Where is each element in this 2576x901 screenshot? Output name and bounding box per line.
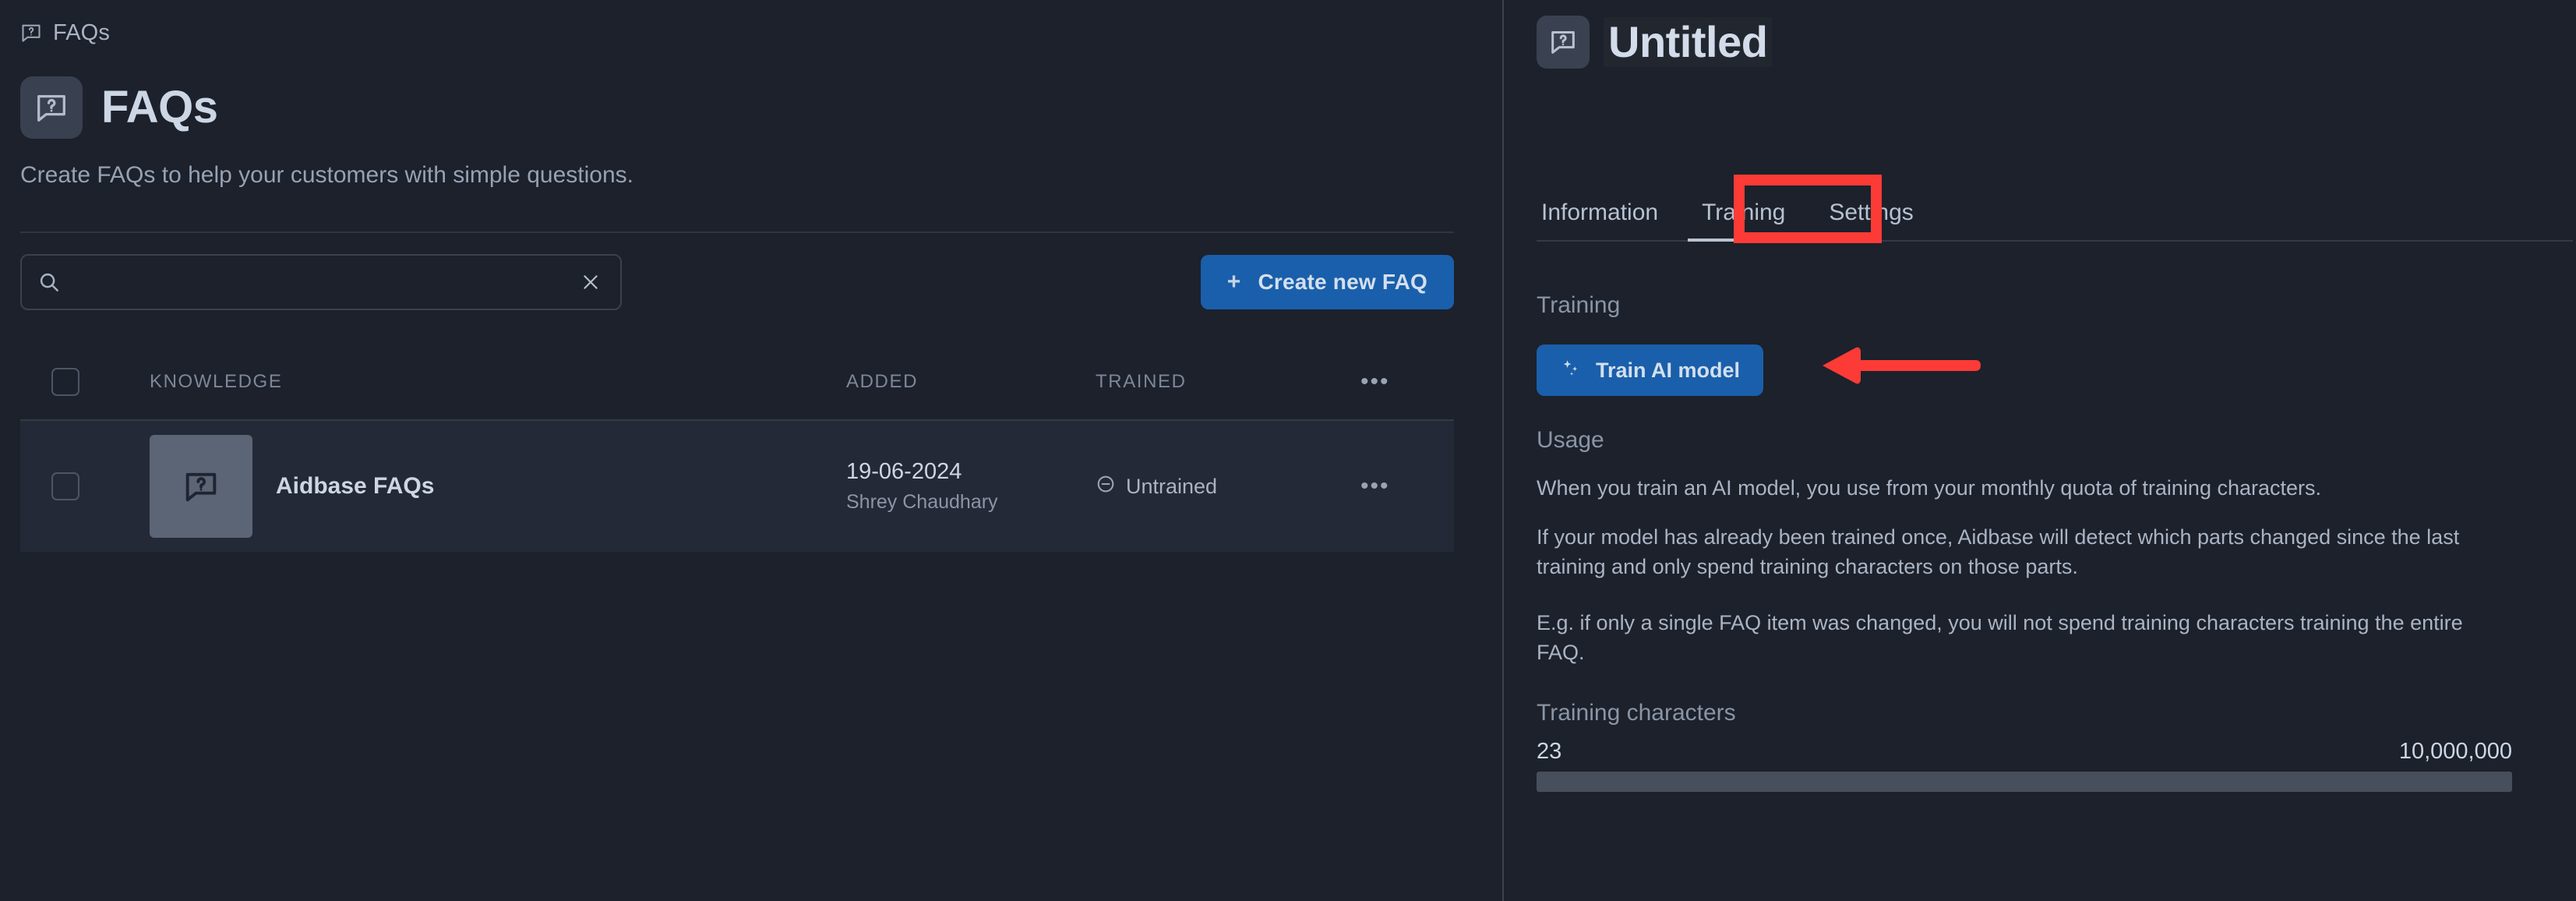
row-thumbnail — [150, 435, 252, 538]
page-header: FAQs — [20, 76, 218, 139]
minus-circle-icon — [1096, 474, 1116, 500]
close-icon[interactable] — [577, 268, 605, 296]
train-ai-model-button[interactable]: Train AI model — [1537, 344, 1763, 396]
usage-paragraph-3: E.g. if only a single FAQ item was chang… — [1537, 608, 2503, 668]
detail-tabs: Information Training Settings — [1537, 181, 2573, 242]
usage-paragraph-2: If your model has already been trained o… — [1537, 522, 2503, 582]
training-characters-values: 23 10,000,000 — [1537, 739, 2512, 765]
train-ai-model-label: Train AI model — [1596, 359, 1740, 383]
row-knowledge-cell: Aidbase FAQs — [95, 435, 846, 538]
faq-speech-bubble-icon — [20, 22, 42, 44]
page-subtitle: Create FAQs to help your customers with … — [20, 162, 633, 189]
detail-icon — [1537, 16, 1590, 69]
status-badge-label: Untrained — [1126, 475, 1217, 499]
breadcrumb[interactable]: FAQs — [20, 19, 110, 47]
sparkles-icon — [1560, 357, 1582, 384]
column-header-added[interactable]: ADDED — [846, 371, 1096, 393]
search-input[interactable] — [72, 270, 577, 295]
row-select-cell — [20, 472, 95, 500]
search-icon — [37, 269, 64, 295]
tab-settings[interactable]: Settings — [1807, 200, 1935, 240]
header-divider — [20, 231, 1454, 233]
row-actions-cell: ••• — [1360, 479, 1454, 493]
app-window: FAQs FAQs Create FAQs to help your custo… — [0, 0, 2576, 901]
training-characters-progress-bar — [1537, 772, 2512, 792]
plus-icon: + — [1227, 270, 1241, 294]
page-title: FAQs — [101, 85, 218, 130]
row-ellipsis-icon[interactable]: ••• — [1360, 479, 1390, 493]
column-header-knowledge[interactable]: KNOWLEDGE — [95, 371, 846, 393]
row-checkbox[interactable] — [51, 472, 79, 500]
row-added-date: 19-06-2024 — [846, 459, 1096, 485]
row-added-cell: 19-06-2024 Shrey Chaudhary — [846, 459, 1096, 514]
row-knowledge-title: Aidbase FAQs — [276, 473, 434, 500]
select-all-cell — [20, 368, 95, 396]
faq-detail-panel: Untitled Information Training Settings T… — [1504, 0, 2576, 901]
detail-title: Untitled — [1604, 17, 1772, 67]
breadcrumb-label: FAQs — [53, 20, 110, 46]
page-icon — [20, 76, 83, 139]
detail-header: Untitled — [1537, 16, 1772, 69]
tab-training[interactable]: Training — [1680, 200, 1807, 240]
tab-information[interactable]: Information — [1537, 200, 1680, 240]
table-row[interactable]: Aidbase FAQs 19-06-2024 Shrey Chaudhary … — [20, 421, 1454, 552]
row-added-by: Shrey Chaudhary — [846, 491, 1096, 514]
training-section-label: Training — [1537, 292, 1620, 319]
search-box[interactable] — [20, 254, 622, 310]
create-new-faq-label: Create new FAQ — [1258, 270, 1427, 295]
faq-list-panel: FAQs FAQs Create FAQs to help your custo… — [0, 0, 1504, 901]
training-characters-used: 23 — [1537, 739, 1561, 765]
select-all-checkbox[interactable] — [51, 368, 79, 396]
usage-paragraph-1: When you train an AI model, you use from… — [1537, 473, 2503, 503]
list-toolbar: + Create new FAQ — [20, 254, 1454, 310]
usage-section-label: Usage — [1537, 427, 1604, 454]
column-header-trained[interactable]: TRAINED — [1096, 371, 1360, 393]
status-badge: Untrained — [1096, 474, 1360, 500]
create-new-faq-button[interactable]: + Create new FAQ — [1201, 255, 1454, 309]
row-trained-cell: Untrained — [1096, 474, 1360, 500]
column-header-actions: ••• — [1360, 375, 1454, 389]
training-characters-total: 10,000,000 — [2399, 739, 2512, 765]
ellipsis-icon[interactable]: ••• — [1360, 375, 1390, 389]
training-characters-label: Training characters — [1537, 700, 1736, 726]
table-header: KNOWLEDGE ADDED TRAINED ••• — [20, 352, 1454, 412]
